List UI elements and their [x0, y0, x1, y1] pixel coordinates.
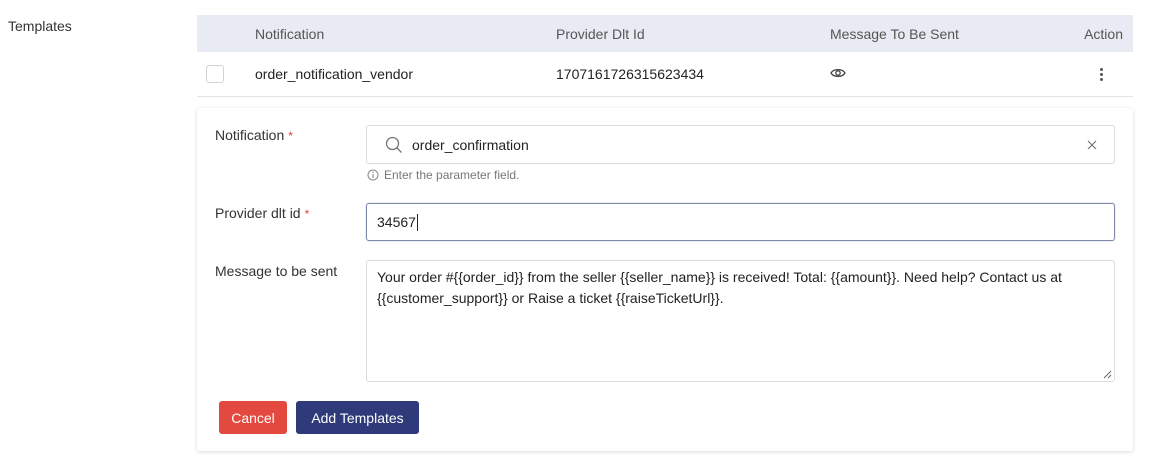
required-mark: * [288, 129, 293, 143]
row-check-cell [197, 65, 255, 83]
notification-search-input[interactable]: order_confirmation [366, 125, 1115, 164]
message-value: Your order #{{order_id}} from the seller… [377, 269, 1062, 306]
header-message: Message To Be Sent [830, 25, 959, 42]
info-icon [367, 169, 379, 181]
page: Templates Notification Provider Dlt Id M… [0, 0, 1152, 468]
message-label: Message to be sent [215, 263, 338, 279]
message-textarea[interactable]: Your order #{{order_id}} from the seller… [366, 260, 1115, 382]
section-label: Templates [8, 18, 72, 34]
header-provider-dlt-id: Provider Dlt Id [556, 25, 645, 42]
provider-dlt-id-input[interactable]: 34567 [366, 203, 1115, 241]
table-row: order_notification_vendor 17071617263156… [197, 52, 1133, 97]
row-provider-dlt-id: 1707161726315623434 [556, 66, 704, 82]
row-action-cell [1065, 67, 1133, 81]
eye-icon[interactable] [830, 67, 846, 79]
resize-handle-icon[interactable] [1103, 370, 1112, 379]
cancel-button[interactable]: Cancel [219, 401, 287, 434]
template-form-card: Notification * order_confirmation Enter … [197, 108, 1133, 451]
templates-table: Notification Provider Dlt Id Message To … [197, 15, 1133, 97]
provider-dlt-id-value: 34567 [377, 214, 416, 230]
row-message-cell [830, 66, 1065, 82]
table-header: Notification Provider Dlt Id Message To … [197, 15, 1133, 52]
notification-label: Notification * [215, 127, 293, 143]
provider-dlt-id-label: Provider dlt id * [215, 205, 310, 221]
row-notification: order_notification_vendor [255, 66, 413, 82]
required-mark: * [304, 207, 310, 221]
text-caret [416, 213, 418, 231]
header-action: Action [1084, 25, 1123, 42]
header-notification: Notification [255, 25, 325, 42]
search-icon [385, 136, 403, 154]
close-icon[interactable] [1087, 140, 1097, 150]
notification-hint: Enter the parameter field. [367, 168, 519, 182]
row-checkbox[interactable] [206, 65, 224, 83]
notification-value: order_confirmation [412, 136, 529, 153]
add-templates-button[interactable]: Add Templates [296, 401, 419, 434]
kebab-icon[interactable] [1100, 67, 1103, 81]
